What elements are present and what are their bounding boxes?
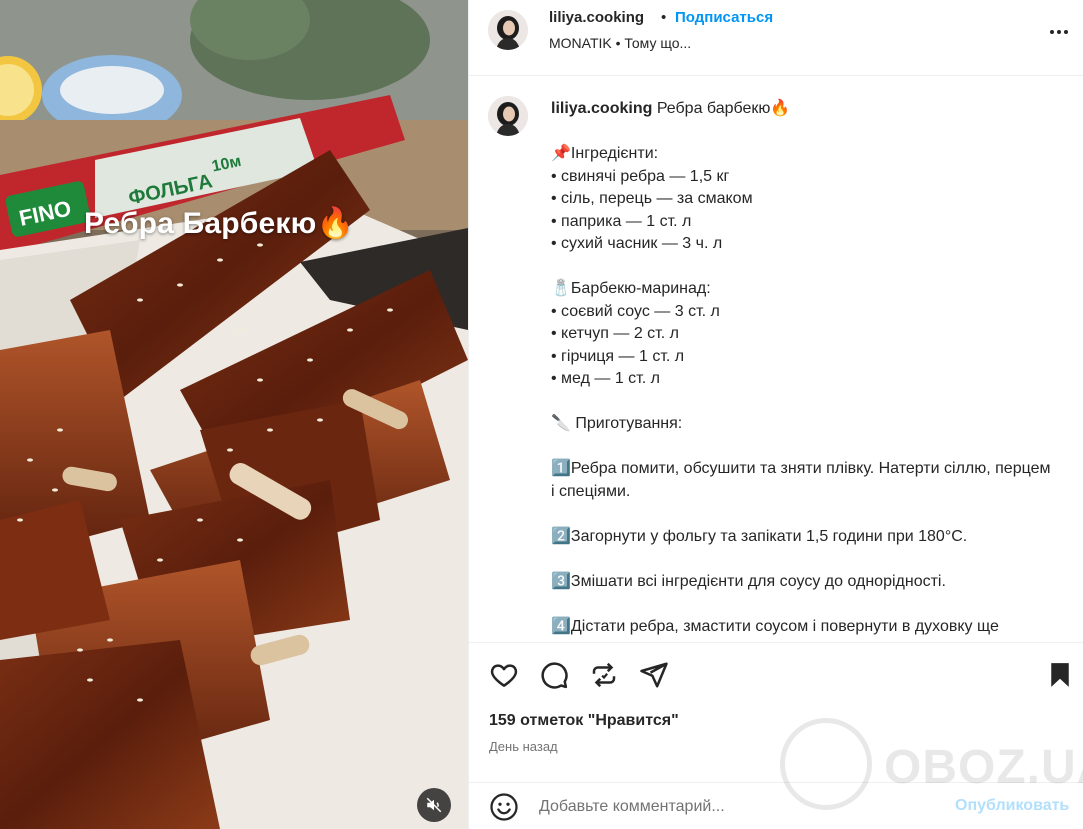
comment-input[interactable] <box>539 793 939 821</box>
muted-speaker-icon <box>426 797 442 813</box>
caption-title: Ребра барбекю🔥 <box>656 100 791 117</box>
post-actions: 159 отметок "Нравится" День назад <box>469 642 1083 782</box>
caption-line: • гірчиця — 1 ст. л <box>551 347 685 365</box>
caption-line <box>551 256 1051 279</box>
caption-line: 🧂Барбекю-маринад: <box>551 280 711 297</box>
caption-line: 2️⃣Загорнути у фольгу та запікати 1,5 го… <box>551 527 968 545</box>
avatar[interactable] <box>488 10 528 50</box>
caption-line: 🔪 Приготування: <box>551 415 683 432</box>
caption-line <box>551 436 1051 459</box>
comment-bar: Опубликовать <box>469 782 1083 829</box>
caption-line: • свинячі ребра — 1,5 кг <box>551 167 730 185</box>
more-horizontal-icon[interactable] <box>1047 20 1071 44</box>
video-overlay-title: Ребра Барбекю🔥 <box>84 207 355 240</box>
publish-button[interactable]: Опубликовать <box>955 797 1069 815</box>
mute-button[interactable] <box>417 788 451 822</box>
caption-text: 📌Інгредієнти: • свинячі ребра — 1,5 кг •… <box>551 143 1051 638</box>
caption-header: liliya.cooking Ребра барбекю🔥 <box>551 98 790 118</box>
follow-button[interactable]: Подписаться <box>675 9 773 26</box>
caption-line: • кетчуп — 2 ст. л <box>551 325 679 342</box>
caption-line <box>551 391 1051 414</box>
post-header: liliya.cooking • Подписаться MONATIK • Т… <box>469 0 1083 76</box>
caption-line: 3️⃣Змішати всі інгредієнти для соусу до … <box>551 572 946 590</box>
post-timestamp: День назад <box>489 739 558 754</box>
caption-line <box>551 503 1051 526</box>
post-panel: liliya.cooking • Подписаться MONATIK • Т… <box>468 0 1083 829</box>
caption-line: 1️⃣Ребра помити, обсушити та зняти плівк… <box>551 460 1055 500</box>
repost-icon[interactable] <box>589 660 619 690</box>
caption-line: 4️⃣Дістати ребра, змастити соусом і пове… <box>551 617 999 635</box>
profile-photo-icon <box>488 96 528 136</box>
caption-line: • мед — 1 ст. л <box>551 370 660 387</box>
caption-line: 📌Інгредієнти: <box>551 145 659 162</box>
music-track[interactable]: MONATIK • Тому що... <box>549 35 691 51</box>
profile-photo-icon <box>488 10 528 50</box>
ribs-photo: FINO ФОЛЬГА 10м <box>0 0 468 829</box>
heart-icon[interactable] <box>489 660 519 690</box>
post-media[interactable]: FINO ФОЛЬГА 10м Ребра Барбекю🔥 <box>0 0 468 829</box>
caption-section[interactable]: liliya.cooking Ребра барбекю🔥 📌Інгредієн… <box>469 76 1083 642</box>
caption-line <box>551 548 1051 571</box>
caption-line: • соєвий соус — 3 ст. л <box>551 302 720 320</box>
bookmark-icon[interactable] <box>1045 660 1075 690</box>
post-author-username[interactable]: liliya.cooking <box>549 9 644 26</box>
caption-username[interactable]: liliya.cooking <box>551 100 652 117</box>
caption-line: • паприка — 1 ст. л <box>551 212 692 230</box>
comment-icon[interactable] <box>539 660 569 690</box>
emoji-icon[interactable] <box>489 792 519 822</box>
send-icon[interactable] <box>639 660 669 690</box>
caption-line: • сіль, перець — за смаком <box>551 190 753 207</box>
likes-count[interactable]: 159 отметок "Нравится" <box>489 712 679 730</box>
caption-line: • сухий часник — 3 ч. л <box>551 235 723 252</box>
caption-avatar[interactable] <box>488 96 528 136</box>
caption-line <box>551 593 1051 616</box>
separator-dot: • <box>661 9 667 26</box>
